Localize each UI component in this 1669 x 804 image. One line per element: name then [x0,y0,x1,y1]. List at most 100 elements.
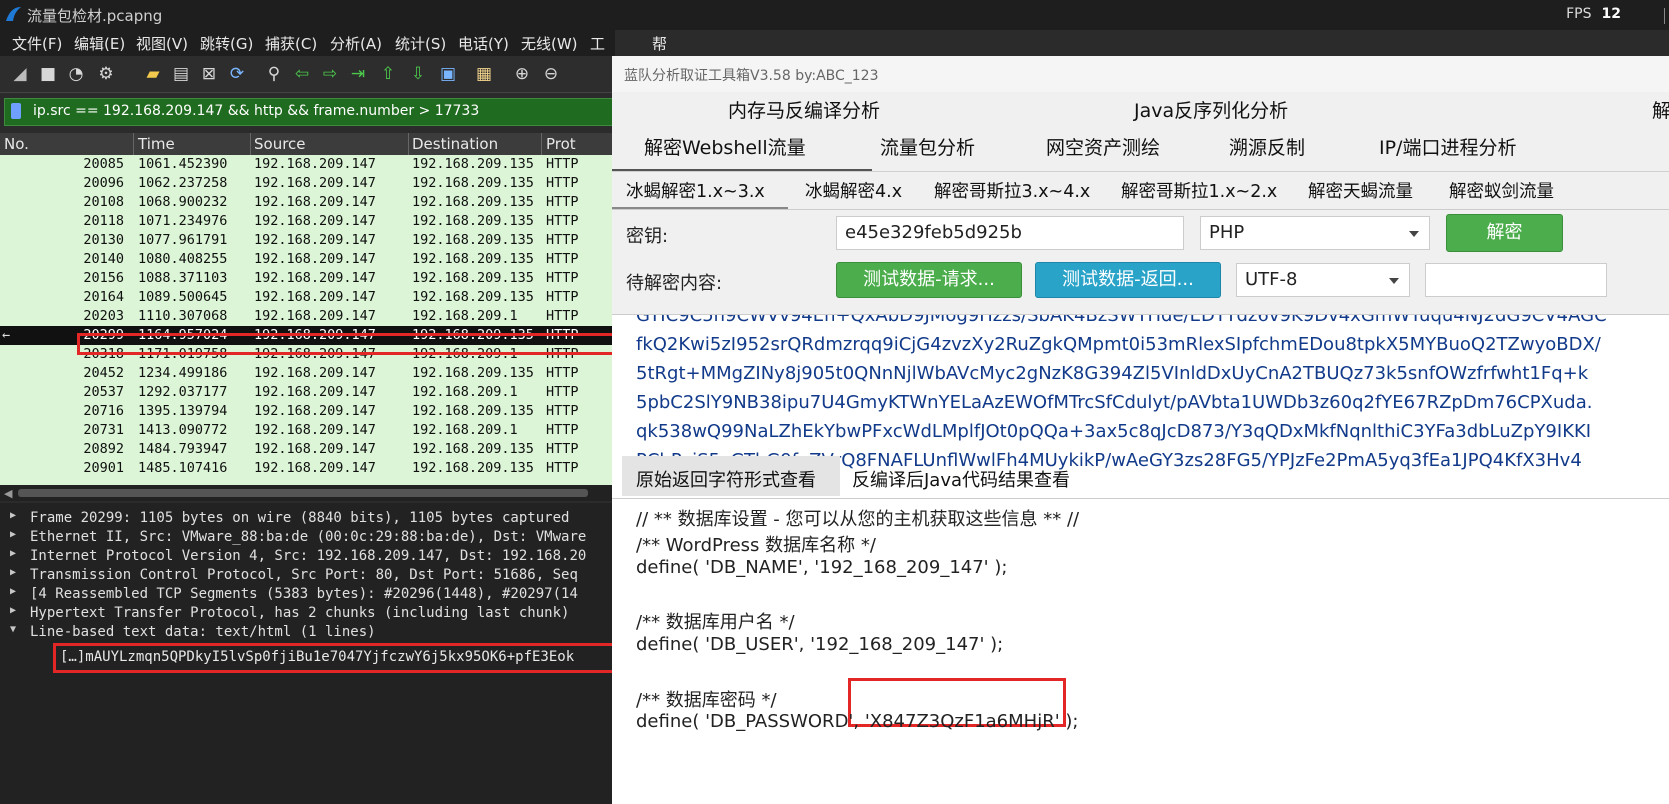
tab-ip-port-process[interactable]: IP/端口进程分析 [1379,133,1516,160]
table-row[interactable]: 20537 1292.037177 192.168.209.147 192.168.2… [0,383,615,402]
detail-tree-item[interactable]: ▼ Line-based text data: text/html (1 line… [0,623,615,642]
detail-text: Transmission Control Protocol, Src Port:… [30,567,578,583]
extra-input[interactable] [1425,263,1607,297]
menu-statistics[interactable]: 统计(S) [395,33,446,54]
menu-file[interactable]: 文件(F) [12,33,62,54]
table-row[interactable]: 20156 1088.371103 192.168.209.147 192.168.2… [0,269,615,288]
detail-tree-item[interactable]: ▶ Hypertext Transfer Protocol, has 2 chun… [0,604,615,623]
zoom-out-icon[interactable]: ⊖ [541,64,561,84]
stop-icon[interactable]: ■ [38,64,58,84]
col-source[interactable]: Source [254,135,306,153]
cell-no: 20156 [83,270,124,286]
display-filter-bar[interactable]: ip.src == 192.168.209.147 && http && fra… [4,98,617,126]
col-no[interactable]: No. [4,135,29,153]
test-request-button[interactable]: 测试数据-请求... [836,262,1022,298]
zoom-in-icon[interactable]: ⊕ [512,64,532,84]
expanded-arrow-icon[interactable]: ▼ [10,624,16,635]
tab-decompiled-java-view[interactable]: 反编译后Java代码结果查看 [852,466,1070,492]
subtab-behinder-1-3[interactable]: 冰蝎解密1.x~3.x [626,178,765,203]
subtab-tianxie[interactable]: 解密天蝎流量 [1308,178,1413,203]
table-row[interactable]: 20203 1110.307068 192.168.209.147 192.168.2… [0,307,615,326]
menu-wireless[interactable]: 无线(W) [521,33,578,54]
table-row[interactable]: 20085 1061.452390 192.168.209.147 192.168.2… [0,155,615,174]
table-row[interactable]: 20096 1062.237258 192.168.209.147 192.168.2… [0,174,615,193]
table-row[interactable]: 20716 1395.139794 192.168.209.147 192.168.2… [0,402,615,421]
reload-icon[interactable]: ⟳ [227,64,247,84]
detail-tree-item[interactable]: ▶ Internet Protocol Version 4, Src: 192.1… [0,547,615,566]
shark-fin-icon[interactable]: ◢ [10,64,30,84]
subtab-antsword[interactable]: 解密蚁剑流量 [1449,178,1554,203]
table-row[interactable]: 20108 1068.900232 192.168.209.147 192.168.2… [0,193,615,212]
table-row[interactable]: 20130 1077.961791 192.168.209.147 192.168.2… [0,231,615,250]
collapsed-arrow-icon[interactable]: ▶ [10,529,16,540]
menu-capture[interactable]: 捕获(C) [265,33,317,54]
language-select[interactable]: PHP [1200,216,1430,250]
restart-icon[interactable]: ◔ [66,64,86,84]
subtab-godzilla-3-4[interactable]: 解密哥斯拉3.x~4.x [934,178,1090,203]
tab-java-deserialize[interactable]: Java反序列化分析 [1134,96,1288,123]
options-gear-icon[interactable]: ⚙ [96,64,116,84]
find-icon[interactable]: ⚲ [264,64,284,84]
collapsed-arrow-icon[interactable]: ▶ [10,605,16,616]
tab-truncated[interactable]: 解 [1652,96,1669,123]
table-row[interactable]: 20892 1484.793947 192.168.209.147 192.168.2… [0,440,615,459]
subtab-behinder-4[interactable]: 冰蝎解密4.x [805,178,902,203]
detail-tree-item[interactable]: ▶ Transmission Control Protocol, Src Port… [0,566,615,585]
subtab-godzilla-1-2[interactable]: 解密哥斯拉1.x~2.x [1121,178,1277,203]
collapsed-arrow-icon[interactable]: ▶ [10,567,16,578]
collapsed-arrow-icon[interactable]: ▶ [10,510,16,521]
file-icon[interactable]: ▤ [171,64,191,84]
tab-raw-string-view[interactable]: 原始返回字符形式查看 [636,466,816,492]
table-row[interactable]: 20164 1089.500645 192.168.209.147 192.168.2… [0,288,615,307]
collapsed-arrow-icon[interactable]: ▶ [10,548,16,559]
decrypt-button[interactable]: 解密 [1446,214,1563,252]
cell-time: 1068.900232 [138,194,228,210]
collapsed-arrow-icon[interactable]: ▶ [10,586,16,597]
goto-packet-icon[interactable]: ⇥ [348,64,368,84]
table-row[interactable]: 20731 1413.090772 192.168.209.147 192.168.2… [0,421,615,440]
detail-tree-item[interactable]: ▶ Frame 20299: 1105 bytes on wire (8840 b… [0,509,615,528]
open-folder-icon[interactable]: ▰ [143,64,163,84]
scroll-left-icon[interactable]: ◀ [4,487,12,500]
col-protocol[interactable]: Prot [546,135,576,153]
scroll-thumb[interactable] [18,489,588,497]
colorize-icon[interactable]: ▦ [474,64,494,84]
test-response-button[interactable]: 测试数据-返回... [1035,262,1221,298]
tab-memshell-decompile[interactable]: 内存马反编译分析 [728,96,880,123]
tab-traceback[interactable]: 溯源反制 [1229,133,1305,160]
autoscroll-icon[interactable]: ▣ [438,64,458,84]
table-row[interactable]: 20118 1071.234976 192.168.209.147 192.168.2… [0,212,615,231]
detail-tree-item[interactable]: ▶ [4 Reassembled TCP Segments (5383 bytes… [0,585,615,604]
menu-go[interactable]: 跳转(G) [200,33,253,54]
cell-no: 20452 [83,365,124,381]
last-packet-icon[interactable]: ⇩ [408,64,428,84]
menu-analyze[interactable]: 分析(A) [330,33,382,54]
decrypted-result-area[interactable]: // ** 数据库设置 - 您可以从您的主机获取这些信息 ** // /** Wo… [612,498,1669,804]
first-packet-icon[interactable]: ⇧ [378,64,398,84]
result-line: /** WordPress 数据库名称 */ [636,534,876,556]
back-arrow-icon[interactable]: ⇦ [292,64,312,84]
table-row[interactable]: 20140 1080.408255 192.168.209.147 192.168.2… [0,250,615,269]
col-destination[interactable]: Destination [412,135,498,153]
packet-list-scrollbar[interactable]: ◀ [0,485,615,501]
tab-webshell-decrypt[interactable]: 解密Webshell流量 [644,133,806,160]
table-row[interactable]: 20452 1234.499186 192.168.209.147 192.168.2… [0,364,615,383]
cell-dst: 192.168.209.135 [412,441,534,457]
bookmark-icon[interactable] [11,103,21,119]
col-time[interactable]: Time [138,135,175,153]
display-filter-input[interactable]: ip.src == 192.168.209.147 && http && fra… [33,103,479,119]
close-file-icon[interactable]: ⊠ [199,64,219,84]
key-label: 密钥: [626,226,669,247]
table-row[interactable]: 20901 1485.107416 192.168.209.147 192.168.2… [0,459,615,478]
menu-view[interactable]: 视图(V) [136,33,188,54]
menu-edit[interactable]: 编辑(E) [74,33,125,54]
fps-divider [1664,8,1665,24]
tab-cyber-asset-mapping[interactable]: 网空资产测绘 [1046,133,1160,160]
encoding-select[interactable]: UTF-8 [1236,263,1410,297]
key-input[interactable]: e45e329feb5d925b [836,216,1184,250]
forward-arrow-icon[interactable]: ⇨ [320,64,340,84]
cell-src: 192.168.209.147 [254,460,376,476]
menu-telephony[interactable]: 电话(Y) [458,33,509,54]
tab-pcap-analysis[interactable]: 流量包分析 [880,133,975,160]
detail-tree-item[interactable]: ▶ Ethernet II, Src: VMware_88:ba:de (00:0… [0,528,615,547]
